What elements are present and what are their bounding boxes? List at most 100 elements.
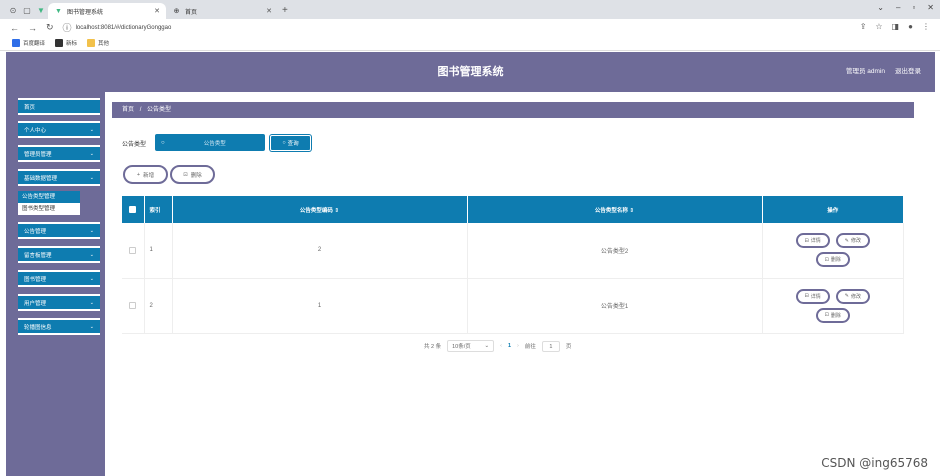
window-controls: ⌄ – ▫ ✕: [877, 3, 934, 12]
detail-button[interactable]: ⊟ 详情: [795, 233, 830, 249]
cell-name: 公告类型1: [467, 278, 763, 334]
back-icon[interactable]: ←: [10, 23, 19, 33]
next-page-icon[interactable]: ›: [517, 343, 519, 349]
row-delete-button[interactable]: ⊡ 删除: [815, 307, 850, 323]
column-header-name[interactable]: 公告类型名称 ⇕: [467, 196, 763, 223]
row-checkbox[interactable]: [122, 278, 145, 334]
trash-icon: ⊡: [824, 256, 829, 263]
main-content: 首页 / 公告类型 公告类型 ○ 公告类型 ○ 查询 + 新增 ⊡ 删除 索引 …: [112, 92, 922, 476]
page-suffix: 页: [565, 344, 572, 350]
folder-icon: [87, 39, 96, 47]
watermark: CSDN @ing65768: [821, 456, 928, 470]
sidebar-item-label: 轮播图信息: [24, 324, 52, 331]
search-button-label: 查询: [287, 141, 299, 147]
bookmark-item[interactable]: 其他: [87, 39, 109, 47]
plus-icon: +: [136, 171, 141, 178]
detail-button[interactable]: ⊟ 详情: [795, 288, 830, 304]
prev-page-icon[interactable]: ‹: [500, 343, 502, 349]
sidebar: 首页 个人中心 ⌄ 管理员管理 ⌄ 基础数据管理 ⌄ 公告类型管理 图书类型管理 公告…: [6, 92, 105, 476]
notice-type-search-input[interactable]: ○ 公告类型: [155, 134, 265, 151]
browser-tab-bar: ⊙ ▢ ▼ ▼ 图书管理系统 ✕ ⊕ 首页 ✕ + ⌄ – ▫ ✕: [0, 0, 940, 19]
chevron-down-icon[interactable]: ⌄: [877, 3, 884, 12]
edit-label: 修改: [850, 238, 861, 245]
bookmark-item[interactable]: 百度翻译: [12, 39, 45, 47]
sidebar-item-carousel[interactable]: 轮播图信息 ⌄: [18, 318, 100, 335]
trash-icon: ⊡: [824, 312, 829, 318]
profile-icon[interactable]: ●: [908, 22, 913, 31]
sidebar-item-label: 留言板管理: [24, 252, 52, 259]
chevron-down-icon: ⌄: [89, 275, 94, 282]
chevron-down-icon: ⌄: [89, 323, 94, 330]
delete-label: 删除: [830, 312, 841, 319]
more-icon[interactable]: ⋮: [922, 22, 930, 31]
chevron-down-icon: ⌄: [89, 299, 94, 306]
sidebar-item-home[interactable]: 首页: [18, 98, 100, 115]
app-title: 图书管理系统: [437, 66, 504, 78]
info-icon[interactable]: ⓘ: [63, 21, 72, 34]
add-button[interactable]: + 新增: [123, 165, 168, 184]
pagination-total: 共 2 条: [424, 344, 442, 350]
sidebar-item-books[interactable]: 图书管理 ⌄: [18, 270, 100, 287]
sidebar-item-users[interactable]: 用户管理 ⌄: [18, 294, 100, 311]
cell-actions: ⊟ 详情 ✎ 修改 ⊡ 删除: [762, 223, 904, 279]
tab-close-icon[interactable]: ✕: [266, 7, 272, 15]
bookmarks-bar: 百度翻译 新标 其他: [0, 36, 940, 51]
sidebar-item-admin[interactable]: 管理员管理 ⌄: [18, 145, 100, 162]
column-header-index: 索引: [144, 196, 173, 223]
cell-index: 2: [144, 278, 173, 334]
sidebar-item-label: 用户管理: [24, 300, 47, 307]
url-field[interactable]: localhost:8081/#/dictionaryGonggao: [76, 25, 172, 31]
cell-actions: ⊟ 详情 ✎ 修改 ⊡ 删除: [762, 278, 904, 334]
table-row: 2 1 公告类型1 ⊟ 详情 ✎ 修改 ⊡ 删除: [122, 278, 904, 334]
address-bar: ← → ↻ ⓘ localhost:8081/#/dictionaryGongg…: [0, 19, 940, 36]
edit-button[interactable]: ✎ 修改: [835, 288, 870, 304]
cell-name: 公告类型2: [467, 223, 763, 279]
column-header-code[interactable]: 公告类型编码 ⇕: [172, 196, 468, 223]
sidebar-item-basic-data[interactable]: 基础数据管理 ⌄: [18, 169, 100, 186]
toolbar-icons: ⇪ ☆ ◨ ● ⋮: [860, 22, 930, 31]
goto-page-input[interactable]: 1: [541, 340, 560, 352]
edit-button[interactable]: ✎ 修改: [835, 233, 870, 249]
select-all-checkbox[interactable]: [122, 196, 145, 223]
sidebar-subitem-book-type[interactable]: 图书类型管理: [18, 203, 80, 215]
browser-tab-active[interactable]: ▼ 图书管理系统 ✕: [48, 3, 166, 19]
page-number[interactable]: 1: [508, 343, 511, 349]
sidebar-item-profile[interactable]: 个人中心 ⌄: [18, 121, 100, 138]
logout-link[interactable]: 退出登录: [895, 52, 921, 92]
breadcrumb-home[interactable]: 首页: [122, 107, 134, 113]
row-delete-button[interactable]: ⊡ 删除: [815, 252, 850, 268]
page-size-select[interactable]: 10条/页 ⌄: [447, 340, 495, 352]
chevron-down-icon: ⌄: [89, 227, 94, 234]
sidepanel-icon[interactable]: ◨: [892, 22, 900, 31]
tab-group-icon[interactable]: ▢: [20, 3, 34, 17]
delete-button-label: 删除: [190, 172, 202, 179]
page-size-value: 10条/页: [452, 344, 471, 350]
sidebar-item-messages[interactable]: 留言板管理 ⌄: [18, 246, 100, 263]
sidebar-item-notice[interactable]: 公告管理 ⌄: [18, 222, 100, 239]
close-window-icon[interactable]: ✕: [927, 3, 934, 12]
bookmark-label: 百度翻译: [23, 41, 46, 47]
table-header-row: 索引 公告类型编码 ⇕ 公告类型名称 ⇕ 操作: [122, 196, 904, 223]
tab-close-icon[interactable]: ✕: [154, 7, 160, 15]
forward-icon[interactable]: →: [28, 23, 37, 33]
delete-button[interactable]: ⊡ 删除: [170, 165, 215, 184]
maximize-icon[interactable]: ▫: [912, 3, 915, 12]
app-header: 图书管理系统 管理员 admin 退出登录: [6, 52, 935, 92]
bookmark-icon: [12, 39, 20, 47]
reload-icon[interactable]: ↻: [46, 22, 54, 33]
minimize-icon[interactable]: –: [896, 3, 900, 12]
sidebar-subitem-notice-type[interactable]: 公告类型管理: [18, 191, 80, 203]
row-checkbox[interactable]: [122, 223, 145, 279]
filter-label: 公告类型: [122, 142, 147, 148]
trash-icon: ⊡: [183, 171, 188, 178]
header-user-area: 管理员 admin 退出登录: [846, 52, 921, 92]
star-icon[interactable]: ☆: [875, 22, 882, 31]
browser-tab[interactable]: ⊕ 首页 ✕: [166, 3, 278, 19]
new-tab-button[interactable]: +: [282, 5, 288, 16]
search-button[interactable]: ○ 查询: [270, 135, 311, 151]
bookmark-item[interactable]: 新标: [55, 39, 77, 47]
breadcrumb-separator: /: [139, 107, 142, 113]
share-icon[interactable]: ⇪: [860, 22, 867, 31]
search-icon: ○: [282, 140, 286, 146]
tab-search-icon[interactable]: ⊙: [6, 3, 20, 17]
